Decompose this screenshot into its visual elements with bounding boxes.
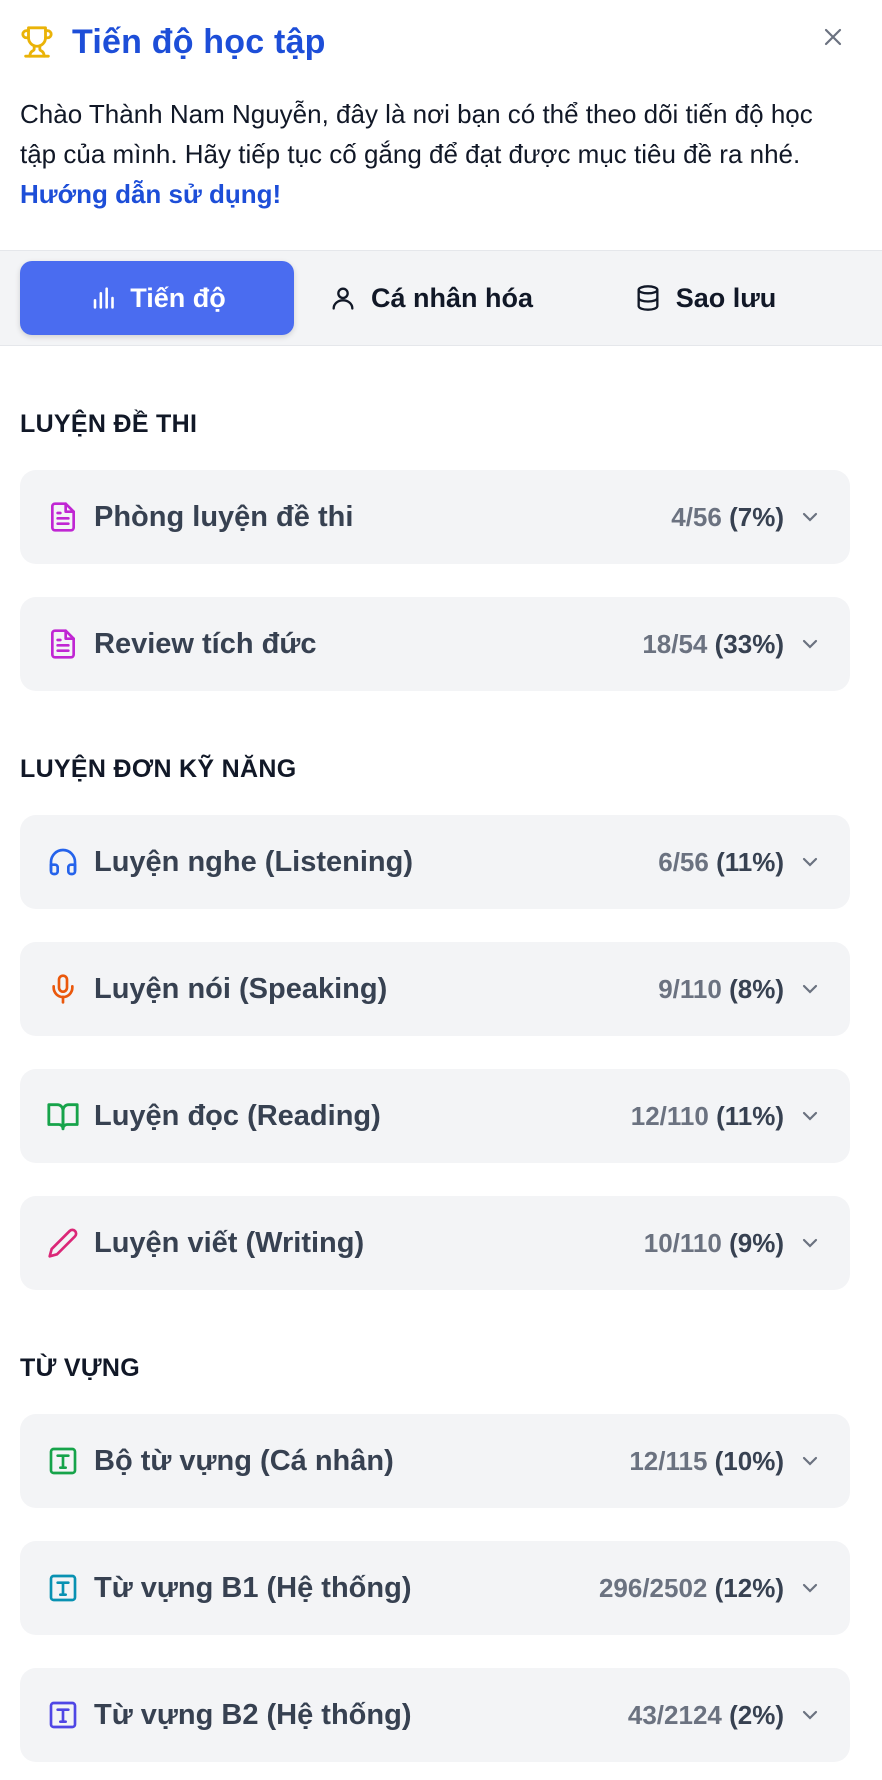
microphone-icon bbox=[46, 972, 80, 1006]
chevron-down-icon bbox=[798, 850, 822, 874]
guide-link[interactable]: Hướng dẫn sử dụng! bbox=[20, 179, 281, 209]
item-name: Phòng luyện đề thi bbox=[94, 500, 354, 533]
item-name: Luyện đọc (Reading) bbox=[94, 1099, 381, 1132]
chevron-down-icon bbox=[798, 977, 822, 1001]
section-title-skills: LUYỆN ĐƠN KỸ NĂNG bbox=[20, 754, 297, 783]
book-open-icon bbox=[46, 1099, 80, 1133]
progress-item-review[interactable]: Review tích đức 18/54 (33%) bbox=[20, 597, 850, 691]
tabs-bar: Tiến độ Cá nhân hóa Sao lưu bbox=[0, 250, 882, 346]
item-name: Từ vựng B1 (Hệ thống) bbox=[94, 1571, 412, 1604]
item-name: Luyện nói (Speaking) bbox=[94, 972, 388, 1005]
close-button[interactable] bbox=[818, 22, 848, 52]
progress-header: Tiến độ học tập Chào Thành Nam Nguyễn, đ… bbox=[0, 0, 882, 250]
tab-progress-label: Tiến độ bbox=[130, 282, 226, 313]
progress-item-reading[interactable]: Luyện đọc (Reading) 12/110 (11%) bbox=[20, 1069, 850, 1163]
text-box-icon bbox=[46, 1571, 80, 1605]
tab-progress[interactable]: Tiến độ bbox=[20, 261, 294, 335]
section-title-exam: LUYỆN ĐỀ THI bbox=[20, 409, 198, 438]
section-title-vocab: TỪ VỰNG bbox=[20, 1353, 140, 1382]
progress-item-speaking[interactable]: Luyện nói (Speaking) 9/110 (8%) bbox=[20, 942, 850, 1036]
chevron-down-icon bbox=[798, 1104, 822, 1128]
item-name: Review tích đức bbox=[94, 627, 317, 660]
item-name: Bộ từ vựng (Cá nhân) bbox=[94, 1444, 394, 1477]
item-count: 43/2124 (2%) bbox=[627, 1699, 784, 1730]
chevron-down-icon bbox=[798, 505, 822, 529]
progress-content: LUYỆN ĐỀ THI Phòng luyện đề thi 4/56 (7%… bbox=[20, 346, 850, 1762]
intro-text: Chào Thành Nam Nguyễn, đây là nơi bạn có… bbox=[20, 99, 813, 169]
chevron-down-icon bbox=[798, 1576, 822, 1600]
tab-backup-label: Sao lưu bbox=[675, 282, 777, 313]
progress-item-vocab-personal[interactable]: Bộ từ vựng (Cá nhân) 12/115 (10%) bbox=[20, 1414, 850, 1508]
headphones-icon bbox=[46, 845, 80, 879]
progress-item-vocab-b2[interactable]: Từ vựng B2 (Hệ thống) 43/2124 (2%) bbox=[20, 1668, 850, 1762]
item-count: 12/110 (11%) bbox=[630, 1100, 784, 1131]
text-box-icon bbox=[46, 1444, 80, 1478]
item-count: 18/54 (33%) bbox=[642, 628, 784, 659]
tab-personalize[interactable]: Cá nhân hóa bbox=[294, 261, 568, 335]
pencil-icon bbox=[46, 1226, 80, 1260]
chevron-down-icon bbox=[798, 632, 822, 656]
item-count: 9/110 (8%) bbox=[658, 973, 784, 1004]
progress-item-exam-room[interactable]: Phòng luyện đề thi 4/56 (7%) bbox=[20, 470, 850, 564]
tab-backup[interactable]: Sao lưu bbox=[568, 261, 842, 335]
progress-item-writing[interactable]: Luyện viết (Writing) 10/110 (9%) bbox=[20, 1196, 850, 1290]
item-name: Luyện nghe (Listening) bbox=[94, 845, 413, 878]
intro-paragraph: Chào Thành Nam Nguyễn, đây là nơi bạn có… bbox=[20, 94, 840, 214]
chevron-down-icon bbox=[798, 1703, 822, 1727]
tab-personalize-label: Cá nhân hóa bbox=[370, 282, 533, 313]
progress-item-vocab-b1[interactable]: Từ vựng B1 (Hệ thống) 296/2502 (12%) bbox=[20, 1541, 850, 1635]
item-count: 4/56 (7%) bbox=[671, 501, 784, 532]
item-name: Luyện viết (Writing) bbox=[94, 1226, 365, 1259]
progress-item-listening[interactable]: Luyện nghe (Listening) 6/56 (11%) bbox=[20, 815, 850, 909]
title-row: Tiến độ học tập bbox=[20, 20, 862, 64]
trophy-icon bbox=[20, 24, 56, 60]
database-icon bbox=[634, 284, 662, 312]
bar-chart-icon bbox=[88, 284, 116, 312]
close-icon bbox=[824, 28, 842, 46]
chevron-down-icon bbox=[798, 1449, 822, 1473]
item-count: 6/56 (11%) bbox=[658, 846, 784, 877]
page-title: Tiến độ học tập bbox=[72, 22, 326, 61]
item-count: 296/2502 (12%) bbox=[598, 1572, 784, 1603]
document-icon bbox=[46, 500, 80, 534]
text-box-icon bbox=[46, 1698, 80, 1732]
item-count: 10/110 (9%) bbox=[643, 1227, 784, 1258]
chevron-down-icon bbox=[798, 1231, 822, 1255]
document-icon bbox=[46, 627, 80, 661]
item-count: 12/115 (10%) bbox=[629, 1445, 784, 1476]
item-name: Từ vựng B2 (Hệ thống) bbox=[94, 1698, 412, 1731]
user-icon bbox=[329, 284, 357, 312]
